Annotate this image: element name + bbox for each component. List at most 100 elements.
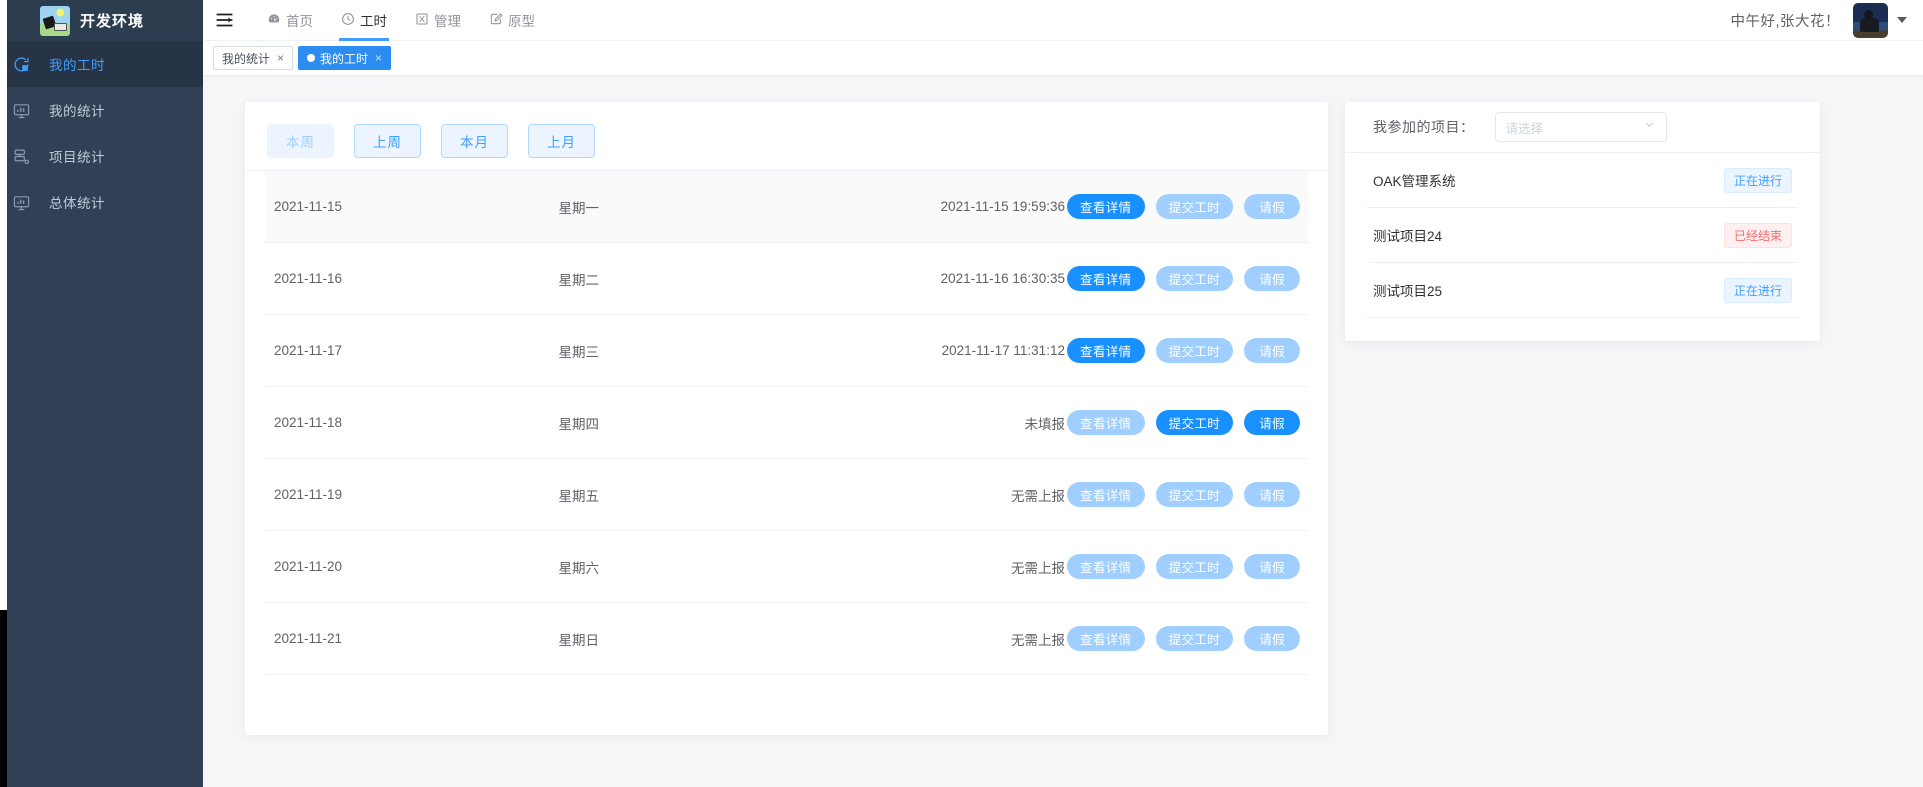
- brand-logo[interactable]: 开发环境: [0, 0, 203, 41]
- tab-label: 我的工时: [320, 51, 369, 66]
- request-leave-button[interactable]: 请假: [1244, 410, 1300, 435]
- sidebar-item-my-hours[interactable]: 我的工时: [0, 41, 203, 87]
- user-area: 中午好,张大花！: [1730, 2, 1923, 38]
- cell-date: 2021-11-19: [274, 487, 343, 502]
- table-row[interactable]: 2021-11-19 星期五 无需上报 查看详情 提交工时 请假: [265, 459, 1308, 531]
- cell-date: 2021-11-20: [274, 559, 343, 574]
- cell-actions: 查看详情 提交工时 请假: [1066, 266, 1308, 291]
- cell-actions: 查看详情 提交工时 请假: [1066, 626, 1308, 651]
- submit-hours-button[interactable]: 提交工时: [1155, 194, 1234, 219]
- active-dot-icon: [307, 54, 316, 62]
- filter-this-month-button[interactable]: 本月: [441, 124, 508, 158]
- chevron-down-icon[interactable]: [1897, 17, 1907, 23]
- table-row[interactable]: 2021-11-20 星期六 无需上报 查看详情 提交工时 请假: [265, 531, 1308, 603]
- cell-actions: 查看详情 提交工时 请假: [1066, 482, 1308, 507]
- submit-hours-button[interactable]: 提交工时: [1155, 626, 1234, 651]
- submit-hours-button[interactable]: 提交工时: [1155, 266, 1234, 291]
- tab-label: 我的统计: [222, 51, 271, 66]
- request-leave-button[interactable]: 请假: [1244, 626, 1300, 651]
- sidebar-item-overall-stats[interactable]: 总体统计: [0, 179, 203, 225]
- cell-weekday: 星期日: [558, 632, 600, 648]
- nav-item-manage[interactable]: 管理: [401, 0, 475, 41]
- project-select[interactable]: 请选择: [1494, 112, 1667, 142]
- table-row[interactable]: 2021-11-18 星期四 未填报 查看详情 提交工时 请假: [265, 387, 1308, 459]
- request-leave-button[interactable]: 请假: [1244, 338, 1300, 363]
- scrollbar-thumb[interactable]: [0, 610, 7, 787]
- nav-item-label: 工时: [360, 14, 387, 29]
- view-detail-button[interactable]: 查看详情: [1066, 482, 1145, 507]
- project-list-item[interactable]: 测试项目24 已经结束: [1367, 208, 1798, 263]
- request-leave-button[interactable]: 请假: [1244, 194, 1300, 219]
- nav-item-prototype[interactable]: 原型: [475, 0, 549, 41]
- request-leave-button[interactable]: 请假: [1244, 266, 1300, 291]
- header-nav: 首页 工时 管理 原型: [253, 0, 549, 41]
- view-detail-button[interactable]: 查看详情: [1066, 554, 1145, 579]
- nav-item-home[interactable]: 首页: [253, 0, 327, 41]
- cell-status: 2021-11-15 19:59:36: [940, 199, 1065, 214]
- filter-last-week-button[interactable]: 上周: [354, 124, 421, 158]
- brand-name: 开发环境: [80, 13, 145, 30]
- table-row[interactable]: 2021-11-15 星期一 2021-11-15 19:59:36 查看详情 …: [265, 171, 1308, 243]
- submit-hours-button[interactable]: 提交工时: [1155, 554, 1234, 579]
- project-name: OAK管理系统: [1373, 174, 1456, 189]
- timesheet-table: 2021-11-15 星期一 2021-11-15 19:59:36 查看详情 …: [245, 170, 1328, 675]
- tab-my-hours[interactable]: 我的工时 ×: [298, 46, 392, 70]
- sidebar-item-my-stats[interactable]: 我的统计: [0, 87, 203, 133]
- tab-my-stats[interactable]: 我的统计 ×: [213, 46, 294, 70]
- top-header: 首页 工时 管理 原型 中午好,张大花！: [203, 0, 1923, 41]
- cell-date: 2021-11-17: [274, 343, 343, 358]
- filter-last-month-button[interactable]: 上月: [528, 124, 595, 158]
- nav-item-hours[interactable]: 工时: [327, 0, 401, 41]
- view-detail-button[interactable]: 查看详情: [1066, 410, 1145, 435]
- submit-hours-button[interactable]: 提交工时: [1155, 410, 1234, 435]
- dashboard-icon: [267, 12, 281, 29]
- project-name: 测试项目25: [1373, 284, 1443, 299]
- monitor-icon: [13, 194, 39, 211]
- view-detail-button[interactable]: 查看详情: [1066, 626, 1145, 651]
- cell-weekday: 星期二: [558, 272, 600, 288]
- sidebar: 开发环境 我的工时 我的统计 项目统计 总体统计: [0, 0, 203, 787]
- cell-weekday: 星期三: [558, 344, 600, 360]
- hamburger-menu-icon[interactable]: [203, 12, 245, 28]
- cell-weekday: 星期四: [558, 416, 600, 432]
- page-scrollbar[interactable]: [0, 0, 7, 787]
- project-name: 测试项目24: [1373, 229, 1443, 244]
- scrollbar-track[interactable]: [0, 0, 7, 610]
- cell-status: 无需上报: [1010, 488, 1065, 504]
- cell-actions: 查看详情 提交工时 请假: [1066, 554, 1308, 579]
- view-detail-button[interactable]: 查看详情: [1066, 266, 1145, 291]
- request-leave-button[interactable]: 请假: [1244, 482, 1300, 507]
- timesheet-card: 本周 上周 本月 上月 2021-11-15 星期一 2021-11-15 19…: [245, 102, 1328, 735]
- sidebar-item-label: 我的统计: [49, 104, 105, 119]
- cell-weekday: 星期五: [558, 488, 600, 504]
- submit-hours-button[interactable]: 提交工时: [1155, 482, 1234, 507]
- table-row[interactable]: 2021-11-16 星期二 2021-11-16 16:30:35 查看详情 …: [265, 243, 1308, 315]
- sidebar-item-project-stats[interactable]: 项目统计: [0, 133, 203, 179]
- table-row[interactable]: 2021-11-21 星期日 无需上报 查看详情 提交工时 请假: [265, 603, 1308, 675]
- settings-box-icon: [415, 12, 429, 29]
- request-leave-button[interactable]: 请假: [1244, 554, 1300, 579]
- user-avatar[interactable]: [1853, 2, 1888, 38]
- cell-weekday: 星期六: [558, 560, 600, 576]
- period-filter-group: 本周 上周 本月 上月: [245, 102, 1328, 162]
- table-row[interactable]: 2021-11-17 星期三 2021-11-17 11:31:12 查看详情 …: [265, 315, 1308, 387]
- cell-actions: 查看详情 提交工时 请假: [1066, 194, 1308, 219]
- cell-status: 2021-11-16 16:30:35: [940, 271, 1065, 286]
- view-detail-button[interactable]: 查看详情: [1066, 194, 1145, 219]
- nav-item-label: 原型: [508, 14, 535, 29]
- server-stack-icon: [13, 148, 39, 165]
- view-detail-button[interactable]: 查看详情: [1066, 338, 1145, 363]
- submit-hours-button[interactable]: 提交工时: [1155, 338, 1234, 363]
- close-icon[interactable]: ×: [375, 51, 382, 65]
- cell-weekday: 星期一: [558, 200, 600, 216]
- status-badge: 已经结束: [1723, 222, 1792, 248]
- project-list-item[interactable]: 测试项目25 正在进行: [1367, 263, 1798, 318]
- project-list-item[interactable]: OAK管理系统 正在进行: [1367, 153, 1798, 208]
- projects-header: 我参加的项目： 请选择: [1345, 102, 1820, 153]
- filter-this-week-button[interactable]: 本周: [267, 124, 334, 158]
- app-root: 开发环境 我的工时 我的统计 项目统计 总体统计 首页 工时 管理 原型 中午好…: [0, 0, 1923, 787]
- cell-date: 2021-11-15: [274, 199, 343, 214]
- close-icon[interactable]: ×: [277, 51, 284, 65]
- sidebar-item-label: 项目统计: [49, 150, 105, 165]
- chevron-down-icon: [1643, 118, 1656, 136]
